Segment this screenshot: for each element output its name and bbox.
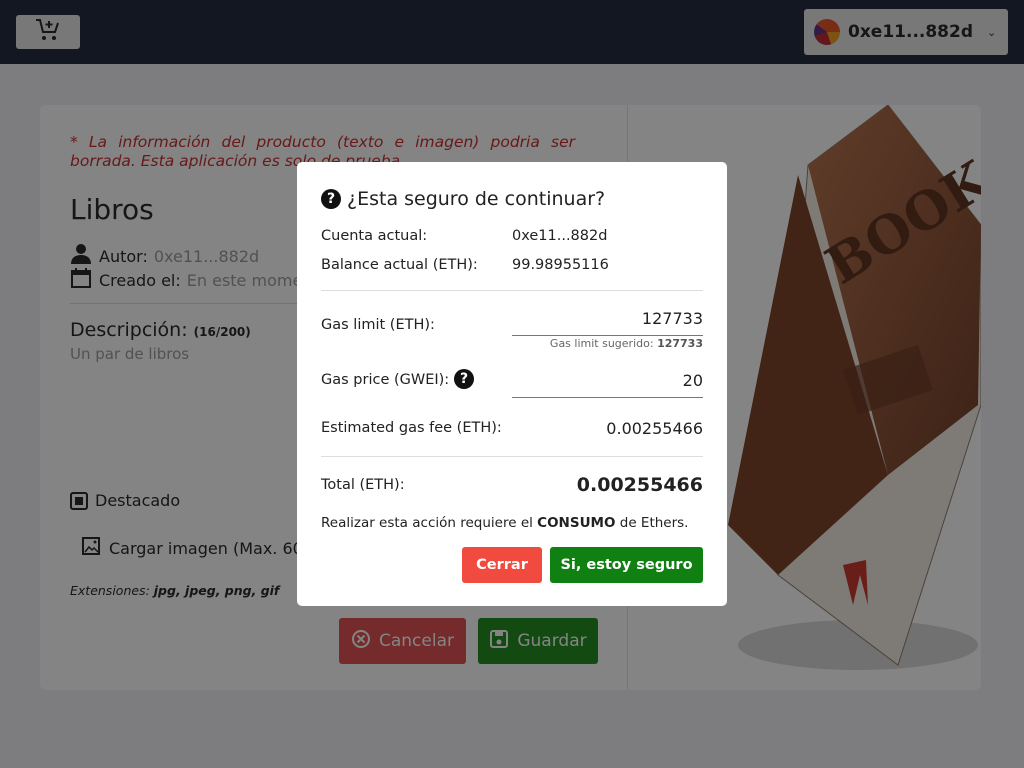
notice-pre: Realizar esta acción requiere el xyxy=(321,515,533,531)
divider xyxy=(321,456,703,457)
notice-post: de Ethers. xyxy=(619,515,689,531)
gas-fee-value: 0.00255466 xyxy=(606,419,703,438)
confirm-button[interactable]: Si, estoy seguro xyxy=(550,547,703,583)
close-button[interactable]: Cerrar xyxy=(462,547,542,583)
gas-limit-input[interactable] xyxy=(512,302,703,336)
gas-price-help-icon[interactable]: ? xyxy=(454,369,474,389)
notice-bold: CONSUMO xyxy=(537,515,616,531)
gas-fee-label: Estimated gas fee (ETH): xyxy=(321,420,502,436)
total-value: 0.00255466 xyxy=(576,474,703,496)
confirm-dialog: ? ¿Esta seguro de continuar? Cuenta actu… xyxy=(297,162,727,606)
divider xyxy=(321,290,703,291)
total-label: Total (ETH): xyxy=(321,477,405,493)
account-label: Cuenta actual: xyxy=(321,228,428,244)
gas-limit-hint-label: Gas limit sugerido: xyxy=(549,337,654,350)
balance-value: 99.98955116 xyxy=(512,257,609,273)
gas-price-input[interactable] xyxy=(512,364,703,398)
dialog-title-text: ¿Esta seguro de continuar? xyxy=(347,188,606,210)
gas-limit-hint-value: 127733 xyxy=(657,337,703,350)
consumption-notice: Realizar esta acción requiere el CONSUMO… xyxy=(321,515,688,531)
gas-limit-hint: Gas limit sugerido: 127733 xyxy=(550,337,703,350)
dialog-title: ? ¿Esta seguro de continuar? xyxy=(321,188,605,210)
balance-label: Balance actual (ETH): xyxy=(321,257,478,273)
gas-limit-label: Gas limit (ETH): xyxy=(321,317,435,333)
question-circle-icon: ? xyxy=(321,189,341,209)
account-value: 0xe11...882d xyxy=(512,228,608,244)
gas-price-label: Gas price (GWEI): xyxy=(321,372,450,388)
